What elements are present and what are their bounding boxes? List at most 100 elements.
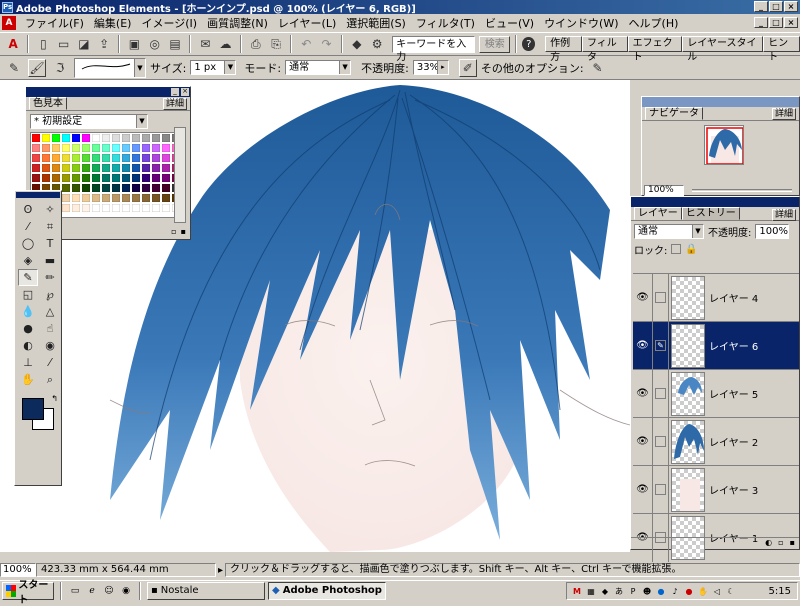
swatch-color[interactable] [81, 203, 91, 213]
visibility-eye-icon[interactable]: 👁 [633, 273, 653, 322]
swatch-color[interactable] [41, 133, 51, 143]
layer-link-cell[interactable] [653, 417, 669, 466]
shape-tool-icon[interactable]: ◯ [18, 235, 38, 252]
gradient-tool-icon[interactable]: ▬ [40, 252, 60, 269]
brush-mode-icon[interactable]: 🖌 [28, 58, 46, 77]
swatch-color[interactable] [141, 143, 151, 153]
adjustment-layer-icon[interactable]: ◐ [765, 538, 772, 549]
swap-colors-icon[interactable]: ↰ [51, 394, 58, 403]
menu-layer[interactable]: レイヤー(L) [273, 15, 341, 31]
swatch-color[interactable] [51, 143, 61, 153]
blur-tool-icon[interactable]: 💧 [18, 303, 38, 320]
menu-file[interactable]: ファイル(F) [20, 15, 89, 31]
swatch-preset-select[interactable]: * 初期設定 ▼ [30, 114, 148, 129]
brush-preset-picker[interactable]: ▼ [74, 57, 146, 78]
swatch-color[interactable] [111, 193, 121, 203]
lock-all-icon[interactable]: 🔒 [685, 244, 697, 255]
new-file-icon[interactable]: ▯ [34, 34, 52, 54]
swatch-color[interactable] [101, 193, 111, 203]
save-web-icon[interactable]: ◎ [146, 34, 164, 54]
mode-select[interactable]: 通常 ▼ [285, 60, 352, 75]
new-swatch-icon[interactable]: ▫ [171, 227, 176, 237]
swatch-color[interactable] [121, 183, 131, 193]
swatch-color[interactable] [61, 153, 71, 163]
visibility-eye-icon[interactable]: 👁 [633, 369, 653, 418]
swatch-color[interactable] [61, 183, 71, 193]
blend-mode-select[interactable]: 通常 ▼ [634, 223, 704, 239]
swatch-color[interactable] [121, 143, 131, 153]
taskbar-item-photoshop[interactable]: ◆ Adobe Photoshop El... [268, 581, 386, 600]
trash-icon[interactable]: ▪ [790, 538, 795, 549]
tray-cat-icon[interactable]: ☻ [641, 585, 653, 597]
undo-icon[interactable]: ↶ [297, 34, 315, 54]
chevron-right-icon[interactable]: ▸ [218, 565, 223, 576]
swatch-color[interactable] [71, 133, 81, 143]
swatch-color[interactable] [81, 163, 91, 173]
print-preview-icon[interactable]: ⎘ [267, 34, 285, 54]
swatch-color[interactable] [121, 173, 131, 183]
visibility-eye-icon[interactable]: 👁 [633, 417, 653, 466]
lasso-tool-icon[interactable]: ʘ [18, 201, 38, 218]
swatch-color[interactable] [41, 163, 51, 173]
swatch-color[interactable] [111, 133, 121, 143]
minimize-button[interactable]: _ [754, 1, 768, 12]
swatch-color[interactable] [131, 143, 141, 153]
size-field[interactable]: 1 px ▼ [190, 60, 237, 75]
layer-row[interactable]: 👁 レイヤー 3 [633, 465, 799, 514]
taskbar-item-nostale[interactable]: ▪ Nostale [147, 581, 265, 600]
menu-view[interactable]: ビュー(V) [480, 15, 539, 31]
foreground-color-swatch[interactable] [22, 398, 44, 420]
sharpen-tool-icon[interactable]: △ [40, 303, 60, 320]
sponge-tool-icon[interactable]: ● [18, 320, 38, 337]
swatch-color[interactable] [71, 143, 81, 153]
navigator-more-button[interactable]: 詳細 [771, 108, 796, 120]
swatch-color[interactable] [61, 163, 71, 173]
impressionist-brush-icon[interactable]: ℑ [50, 58, 70, 78]
palette-well-tab-layer-styles[interactable]: レイヤースタイル [682, 36, 764, 63]
redo-icon[interactable]: ↷ [317, 34, 335, 54]
swatch-color[interactable] [141, 203, 151, 213]
swatch-color[interactable] [91, 183, 101, 193]
search-button[interactable]: 検索 [479, 35, 511, 53]
layer-link-cell[interactable] [653, 273, 669, 322]
opacity-field[interactable]: 33% ▸ [412, 60, 449, 75]
magic-wand-tool-icon[interactable]: ✧ [40, 201, 60, 218]
swatch-color[interactable] [121, 163, 131, 173]
palette-title-bar[interactable] [631, 197, 799, 207]
swatch-color[interactable] [151, 203, 161, 213]
swatch-color[interactable] [131, 133, 141, 143]
menu-filter[interactable]: フィルタ(T) [411, 15, 480, 31]
swatch-color[interactable] [121, 153, 131, 163]
swatch-color[interactable] [151, 183, 161, 193]
swatch-color[interactable] [131, 163, 141, 173]
layer-link-cell[interactable] [653, 369, 669, 418]
layer-row[interactable]: 👁 ✎ レイヤー 6 [633, 321, 799, 370]
swatch-color[interactable] [111, 173, 121, 183]
swatch-color[interactable] [61, 173, 71, 183]
swatch-color[interactable] [41, 153, 51, 163]
swatch-color[interactable] [81, 193, 91, 203]
trash-icon[interactable]: ▪ [181, 227, 186, 237]
palette-title-bar[interactable]: _ × [26, 87, 190, 97]
pdf-icon[interactable]: ▤ [166, 34, 184, 54]
selection-brush-tool-icon[interactable]: ⁄ [18, 218, 38, 235]
layer-row[interactable]: 👁 レイヤー 2 [633, 417, 799, 466]
media-player-icon[interactable]: ◉ [119, 584, 133, 598]
swatch-color[interactable] [101, 133, 111, 143]
tray-ime-icon[interactable]: あ [613, 585, 625, 597]
swatches-scrollbar[interactable] [174, 127, 186, 223]
swatch-color[interactable] [101, 203, 111, 213]
swatch-color[interactable] [101, 183, 111, 193]
swatch-color[interactable] [151, 173, 161, 183]
save-icon[interactable]: ▣ [125, 34, 143, 54]
visibility-eye-icon[interactable]: 👁 [633, 321, 653, 370]
doc-close-button[interactable]: × [784, 17, 798, 28]
swatch-color[interactable] [71, 163, 81, 173]
swatch-color[interactable] [31, 133, 41, 143]
tray-network-icon[interactable]: ▦ [585, 585, 597, 597]
navigator-zoom-slider[interactable] [692, 189, 792, 192]
menu-enhance[interactable]: 画質調整(N) [202, 15, 273, 31]
start-button[interactable]: スタート [2, 580, 54, 606]
swatch-color[interactable] [151, 153, 161, 163]
swatch-color[interactable] [101, 163, 111, 173]
